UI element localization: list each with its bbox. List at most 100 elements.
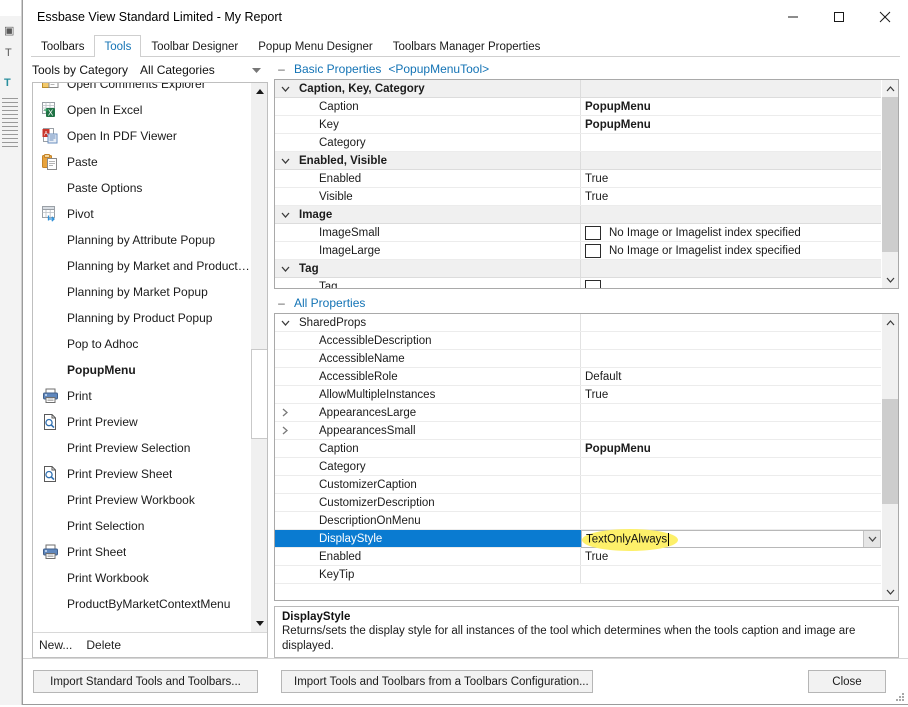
tool-list-item[interactable]: Print Sheet	[33, 539, 250, 565]
tool-list-item[interactable]: Print Preview	[33, 409, 250, 435]
property-value[interactable]: PopupMenu	[580, 101, 881, 113]
property-value[interactable]: No Image or Imagelist index specified	[580, 243, 881, 258]
basic-properties-scrollbar[interactable]	[881, 80, 898, 288]
property-row[interactable]: DescriptionOnMenu	[275, 512, 881, 530]
all-properties-scrollbar[interactable]	[881, 314, 898, 600]
property-value[interactable]: Default	[580, 371, 881, 383]
minimize-button[interactable]	[770, 0, 816, 34]
property-row[interactable]: Enabled True	[275, 170, 881, 188]
property-value[interactable]: True	[580, 191, 881, 203]
tab-popup-menu-designer[interactable]: Popup Menu Designer	[248, 35, 382, 57]
property-row[interactable]: ImageLarge No Image or Imagelist index sp…	[275, 242, 881, 260]
property-row[interactable]: AppearancesLarge	[275, 404, 881, 422]
resize-grip[interactable]	[893, 689, 905, 701]
tools-list[interactable]: Open Comments Explorer X Open In Excel A Ope…	[33, 83, 250, 632]
property-row[interactable]: SharedProps	[275, 314, 881, 332]
scroll-down-button[interactable]	[251, 615, 267, 632]
property-row[interactable]: Category	[275, 458, 881, 476]
tool-list-item[interactable]: A Open In PDF Viewer	[33, 123, 250, 149]
image-preview-swatch[interactable]	[585, 225, 601, 240]
collapse-minus-icon[interactable]: –	[276, 296, 287, 310]
property-row[interactable]: Enabled True	[275, 548, 881, 566]
tool-list-item[interactable]: Print	[33, 383, 250, 409]
tool-list-item[interactable]: Planning by Market Popup	[33, 279, 250, 305]
scroll-thumb[interactable]	[882, 399, 898, 504]
property-row[interactable]: AppearancesSmall	[275, 422, 881, 440]
property-row[interactable]: CustomizerCaption	[275, 476, 881, 494]
tool-list-item[interactable]: Print Workbook	[33, 565, 250, 591]
tool-list-item[interactable]: Print Preview Workbook	[33, 487, 250, 513]
property-row[interactable]: KeyTip	[275, 566, 881, 584]
tool-list-item[interactable]: X Open In Excel	[33, 97, 250, 123]
property-row[interactable]: Key PopupMenu	[275, 116, 881, 134]
property-category-row[interactable]: Enabled, Visible	[275, 152, 881, 170]
tool-list-item[interactable]: PopupMenu	[33, 357, 250, 383]
property-value[interactable]	[580, 279, 881, 288]
tool-list-item[interactable]: Print Preview Selection	[33, 435, 250, 461]
close-dialog-button[interactable]: Close	[808, 670, 886, 693]
import-tools-configuration-button[interactable]: Import Tools and Toolbars from a Toolbar…	[281, 670, 593, 693]
all-properties-header[interactable]: – All Properties	[274, 293, 899, 313]
tool-list-item[interactable]: Paste	[33, 149, 250, 175]
property-row[interactable]: CustomizerDescription	[275, 494, 881, 512]
property-row[interactable]: ImageSmall No Image or Imagelist index sp…	[275, 224, 881, 242]
tool-list-item[interactable]: Planning by Product Popup	[33, 305, 250, 331]
tab-toolbars[interactable]: Toolbars	[31, 35, 94, 57]
category-filter-combobox[interactable]: All Categories	[135, 59, 268, 81]
property-row[interactable]: Caption PopupMenu	[275, 98, 881, 116]
chevron-down-icon[interactable]	[275, 320, 295, 326]
scroll-thumb[interactable]	[251, 349, 267, 439]
property-row[interactable]: Tag	[275, 278, 881, 288]
maximize-button[interactable]	[816, 0, 862, 34]
property-row[interactable]: DisplayStyle TextOnlyAlways	[275, 529, 881, 551]
tool-list-item[interactable]: Open Comments Explorer	[33, 83, 250, 97]
image-preview-swatch[interactable]	[585, 243, 601, 258]
property-row[interactable]: AccessibleName	[275, 350, 881, 368]
scroll-up-button[interactable]	[882, 80, 898, 97]
property-value[interactable]: True	[580, 173, 881, 185]
tab-tools[interactable]: Tools	[94, 35, 142, 58]
collapse-minus-icon[interactable]: –	[276, 62, 287, 76]
property-category-row[interactable]: Tag	[275, 260, 881, 278]
all-properties-rows[interactable]: SharedProps AccessibleDescription Accessib…	[275, 314, 881, 600]
chevron-right-icon[interactable]	[275, 426, 295, 435]
chevron-down-icon[interactable]	[275, 158, 295, 164]
import-standard-tools-button[interactable]: Import Standard Tools and Toolbars...	[33, 670, 258, 693]
chevron-down-icon[interactable]	[275, 86, 295, 92]
property-value[interactable]: PopupMenu	[580, 443, 881, 455]
property-value[interactable]: No Image or Imagelist index specified	[580, 225, 881, 240]
property-row[interactable]: Caption PopupMenu	[275, 440, 881, 458]
tool-list-item[interactable]: Planning by Market and Product P...	[33, 253, 250, 279]
property-category-row[interactable]: Caption, Key, Category	[275, 80, 881, 98]
tool-list-item[interactable]: Planning by Attribute Popup	[33, 227, 250, 253]
property-value[interactable]: True	[580, 389, 881, 401]
tool-list-item[interactable]: Print Selection	[33, 513, 250, 539]
property-row[interactable]: Visible True	[275, 188, 881, 206]
tab-toolbar-designer[interactable]: Toolbar Designer	[141, 35, 248, 57]
property-row[interactable]: Category	[275, 134, 881, 152]
property-row[interactable]: AccessibleDescription	[275, 332, 881, 350]
chevron-down-icon[interactable]	[275, 266, 295, 272]
scroll-up-button[interactable]	[882, 314, 898, 331]
tab-toolbars-manager-properties[interactable]: Toolbars Manager Properties	[383, 35, 551, 57]
chevron-right-icon[interactable]	[275, 408, 295, 417]
scroll-down-button[interactable]	[882, 271, 898, 288]
dropdown-toggle-button[interactable]	[863, 531, 880, 547]
property-value[interactable]: True	[580, 551, 881, 563]
chevron-down-icon[interactable]	[275, 212, 295, 218]
scroll-up-button[interactable]	[251, 83, 267, 100]
property-row[interactable]: AllowMultipleInstances True	[275, 386, 881, 404]
property-value-editor[interactable]: TextOnlyAlways	[581, 529, 881, 551]
tool-list-item[interactable]: ProductByMarketContextMenu	[33, 591, 250, 617]
basic-properties-rows[interactable]: Caption, Key, Category Caption PopupMenu Ke…	[275, 80, 881, 288]
tool-list-item[interactable]: Print Preview Sheet	[33, 461, 250, 487]
tool-list-item[interactable]: Pivot	[33, 201, 250, 227]
image-preview-swatch[interactable]	[585, 279, 601, 288]
tool-list-item[interactable]: Pop to Adhoc	[33, 331, 250, 357]
basic-properties-header[interactable]: – Basic Properties <PopupMenuTool>	[274, 59, 899, 79]
close-button[interactable]	[862, 0, 908, 34]
tools-list-scrollbar[interactable]	[250, 83, 267, 632]
scroll-thumb[interactable]	[882, 97, 898, 252]
scroll-down-button[interactable]	[882, 583, 898, 600]
tool-list-item[interactable]: Paste Options	[33, 175, 250, 201]
